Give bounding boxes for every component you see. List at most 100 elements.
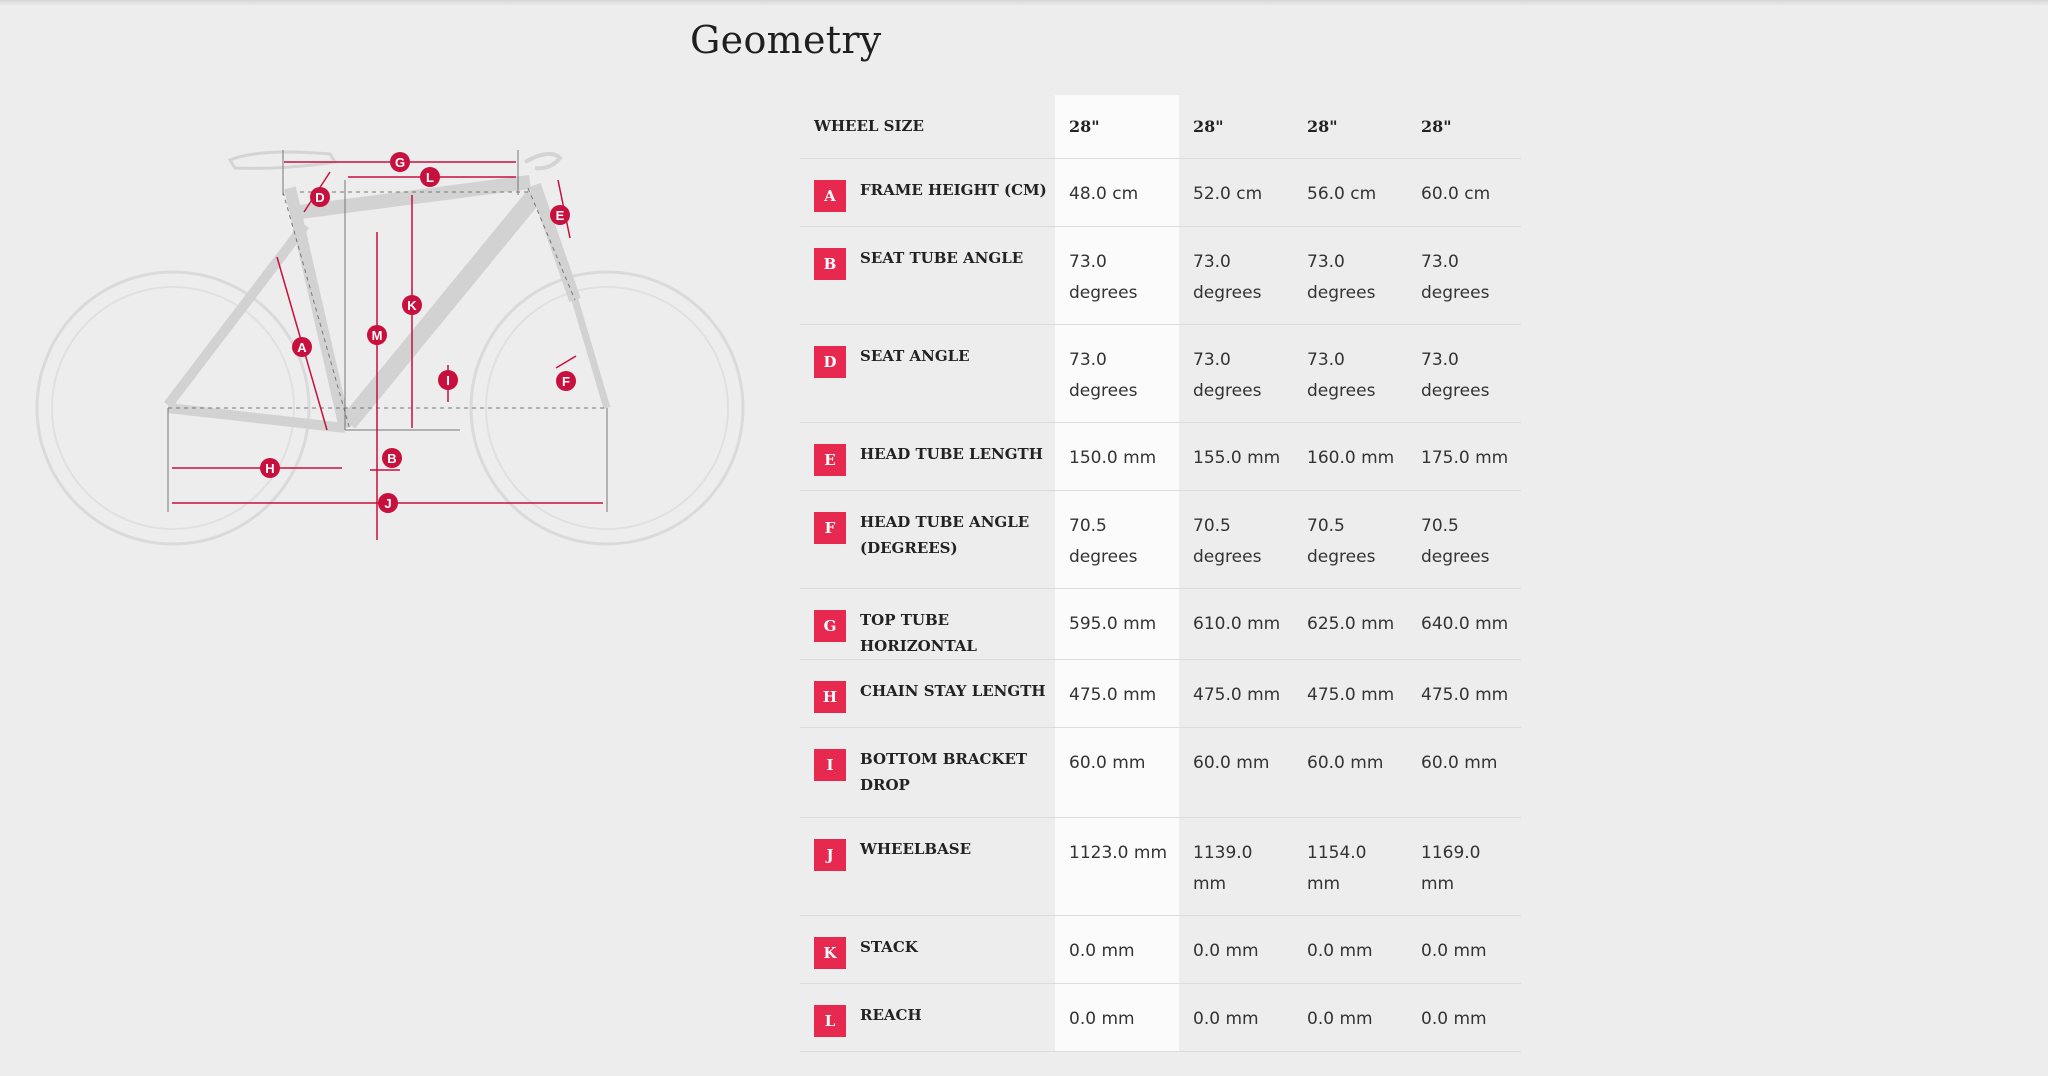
bike-geometry-diagram: G L D E K M A I F B H J xyxy=(35,150,745,546)
measurement-value-cell: 73.0 degrees xyxy=(1179,324,1293,423)
measurement-value: 73.0 degrees xyxy=(1193,349,1262,401)
seat-tube xyxy=(284,186,351,430)
marker-d: D xyxy=(310,187,330,207)
measurement-value-cell: 0.0 mm xyxy=(1179,983,1293,1052)
measurement-value: 73.0 degrees xyxy=(1069,349,1138,401)
measurement-value-cell: 640.0 mm xyxy=(1407,588,1521,660)
row-label: F HEAD TUBE ANGLE (DEGREES) xyxy=(814,511,1055,561)
table-row: I BOTTOM BRACKET DROP 60.0 mm 60.0 mm 60.0 m… xyxy=(800,727,1521,818)
measurement-letter-badge: B xyxy=(814,247,846,280)
measurement-value-cell: 0.0 mm xyxy=(1407,915,1521,984)
measurement-value-cell: 1123.0 mm xyxy=(1055,817,1179,916)
row-label: A FRAME HEIGHT (CM) xyxy=(814,179,1055,212)
row-label-cell: F HEAD TUBE ANGLE (DEGREES) xyxy=(800,490,1055,589)
row-label-cell: K STACK xyxy=(800,915,1055,984)
measurement-value: 48.0 cm xyxy=(1069,183,1139,204)
measurement-name: WHEELBASE xyxy=(860,839,972,858)
measurement-value: 73.0 degrees xyxy=(1421,251,1490,303)
measurement-name: CHAIN STAY LENGTH xyxy=(860,681,1046,700)
measurement-value: 175.0 mm xyxy=(1421,447,1509,468)
measurement-value-cell: 73.0 degrees xyxy=(1293,226,1407,325)
svg-text:M: M xyxy=(372,328,383,343)
measurement-value: 625.0 mm xyxy=(1307,613,1395,634)
measurement-letter-badge: K xyxy=(814,936,846,969)
measurement-value-cell: 60.0 mm xyxy=(1179,727,1293,818)
size-column-header: 28" xyxy=(1055,95,1179,159)
measurement-value-cell: 48.0 cm xyxy=(1055,158,1179,227)
measurement-value: 70.5 degrees xyxy=(1193,515,1262,567)
row-label-cell: J WHEELBASE xyxy=(800,817,1055,916)
measurement-value-cell: 70.5 degrees xyxy=(1407,490,1521,589)
measurement-value-cell: 175.0 mm xyxy=(1407,422,1521,491)
row-label: G TOP TUBE HORIZONTAL xyxy=(814,609,1055,659)
down-tube xyxy=(341,189,542,429)
measurement-value-cell: 0.0 mm xyxy=(1293,915,1407,984)
measurement-value: 0.0 mm xyxy=(1307,1008,1373,1029)
table-row: B SEAT TUBE ANGLE 73.0 degrees 73.0 degrees… xyxy=(800,226,1521,325)
table-row: G TOP TUBE HORIZONTAL 595.0 mm 610.0 mm 625.… xyxy=(800,588,1521,660)
measurement-value-cell: 595.0 mm xyxy=(1055,588,1179,660)
measurement-letter-badge: F xyxy=(814,511,846,544)
measurement-letter-badge: E xyxy=(814,443,846,476)
measurement-letter-badge: D xyxy=(814,345,846,378)
measurement-name: SEAT TUBE ANGLE xyxy=(860,248,1024,267)
dimension-lines xyxy=(172,161,603,540)
measurement-letter-badge: L xyxy=(814,1004,846,1037)
measurement-letter-badge: G xyxy=(814,609,846,642)
measurement-value-cell: 0.0 mm xyxy=(1407,983,1521,1052)
table-row: L REACH 0.0 mm 0.0 mm 0.0 mm 0.0 mm xyxy=(800,983,1521,1052)
marker-j: J xyxy=(378,493,398,513)
measurement-value-cell: 1169.0 mm xyxy=(1407,817,1521,916)
measurement-name: HEAD TUBE LENGTH xyxy=(860,444,1043,463)
table-row: A FRAME HEIGHT (CM) 48.0 cm 52.0 cm 56.0 cm 6… xyxy=(800,158,1521,227)
measurement-value: 60.0 cm xyxy=(1421,183,1491,204)
size-column-header: 28" xyxy=(1407,95,1521,159)
row-label: K STACK xyxy=(814,936,1055,969)
row-label: H CHAIN STAY LENGTH xyxy=(814,680,1055,713)
geometry-table: WHEEL SIZE 28" 28" 28" 28" A FRAME HEIGHT… xyxy=(800,95,1521,1052)
measurement-value: 60.0 mm xyxy=(1421,752,1498,773)
svg-text:F: F xyxy=(562,374,570,389)
svg-text:I: I xyxy=(446,373,450,388)
measurement-value-cell: 475.0 mm xyxy=(1055,659,1179,728)
measurement-value-cell: 475.0 mm xyxy=(1293,659,1407,728)
measurement-value: 155.0 mm xyxy=(1193,447,1281,468)
table-row: J WHEELBASE 1123.0 mm 1139.0 mm 1154.0 mm 116… xyxy=(800,817,1521,916)
table-row: H CHAIN STAY LENGTH 475.0 mm 475.0 mm 475.0 … xyxy=(800,659,1521,728)
chain-stay xyxy=(167,403,346,433)
measurement-value: 73.0 degrees xyxy=(1307,251,1376,303)
measurement-name: REACH xyxy=(860,1005,922,1024)
measurement-value: 1154.0 mm xyxy=(1307,842,1367,894)
table-header-row: WHEEL SIZE 28" 28" 28" 28" xyxy=(800,95,1521,159)
row-label-cell: I BOTTOM BRACKET DROP xyxy=(800,727,1055,818)
bike-silhouette xyxy=(35,150,745,546)
measurement-value: 160.0 mm xyxy=(1307,447,1395,468)
measurement-value: 475.0 mm xyxy=(1193,684,1281,705)
measurement-value: 1169.0 mm xyxy=(1421,842,1481,894)
measurement-value: 60.0 mm xyxy=(1069,752,1146,773)
measurement-value-cell: 155.0 mm xyxy=(1179,422,1293,491)
marker-h: H xyxy=(260,458,280,478)
measurement-value-cell: 70.5 degrees xyxy=(1055,490,1179,589)
measurement-value: 640.0 mm xyxy=(1421,613,1509,634)
measurement-value: 0.0 mm xyxy=(1421,1008,1487,1029)
measurement-value: 475.0 mm xyxy=(1069,684,1157,705)
marker-k: K xyxy=(402,295,422,315)
top-shadow xyxy=(0,0,2048,6)
row-label: L REACH xyxy=(814,1004,1055,1037)
measurement-value-cell: 73.0 degrees xyxy=(1055,324,1179,423)
row-label-cell: H CHAIN STAY LENGTH xyxy=(800,659,1055,728)
svg-text:H: H xyxy=(265,461,274,476)
measurement-value-cell: 610.0 mm xyxy=(1179,588,1293,660)
measurement-value-cell: 150.0 mm xyxy=(1055,422,1179,491)
table-row: F HEAD TUBE ANGLE (DEGREES) 70.5 degrees 70… xyxy=(800,490,1521,589)
measurement-value-cell: 60.0 cm xyxy=(1407,158,1521,227)
row-label: D SEAT ANGLE xyxy=(814,345,1055,378)
row-label: J WHEELBASE xyxy=(814,838,1055,871)
marker-i: I xyxy=(438,370,458,390)
svg-text:K: K xyxy=(407,298,417,313)
measurement-name: HEAD TUBE ANGLE (DEGREES) xyxy=(860,512,1030,557)
measurement-value-cell: 56.0 cm xyxy=(1293,158,1407,227)
measurement-value: 1139.0 mm xyxy=(1193,842,1253,894)
measurement-value-cell: 73.0 degrees xyxy=(1179,226,1293,325)
